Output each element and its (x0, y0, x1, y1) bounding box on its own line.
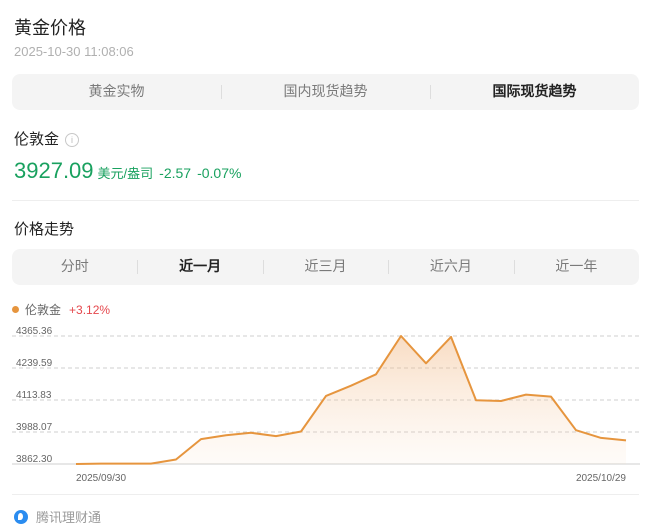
x-axis-end-label: 2025/10/29 (576, 473, 626, 484)
y-tick-label: 4239.59 (16, 358, 53, 369)
price-area (76, 336, 626, 464)
footer-divider (12, 494, 639, 495)
y-tick-label: 3862.30 (16, 454, 53, 465)
y-tick-label: 3988.07 (16, 422, 53, 433)
y-tick-label: 4365.36 (16, 326, 53, 337)
tencent-licaitong-logo-icon (14, 509, 28, 524)
chart-y-axis: 3862.30 3988.07 4113.83 4239.59 4365.36 (16, 326, 53, 465)
x-axis-start-label: 2025/09/30 (76, 473, 126, 484)
footer-source-label: 腾讯理财通 (36, 511, 102, 526)
y-tick-label: 4113.83 (16, 390, 52, 401)
footer-source: 腾讯理财通 (14, 507, 101, 526)
price-trend-chart[interactable]: 3862.30 3988.07 4113.83 4239.59 4365.36 2025… (0, 0, 645, 531)
